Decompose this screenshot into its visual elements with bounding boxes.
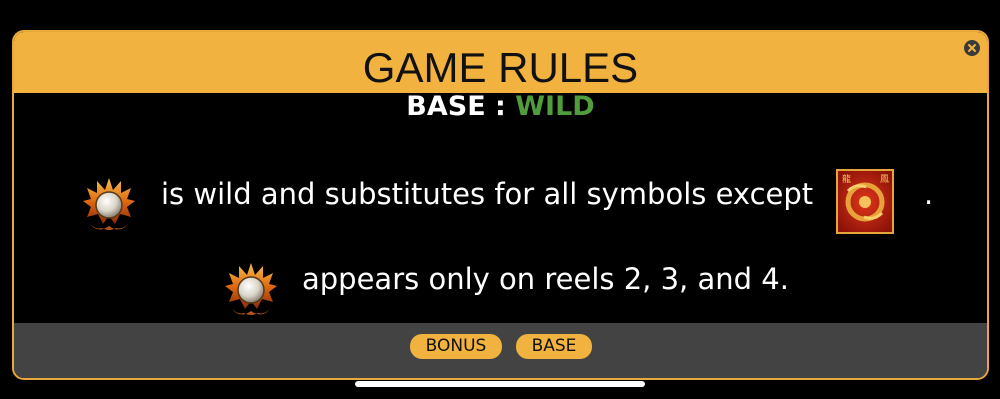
game-rules-screen: GAME RULES BASE : WILD is wild and subst… — [0, 0, 1000, 399]
tab-bonus[interactable]: BONUS — [410, 334, 502, 359]
section-base-label: BASE : — [406, 91, 506, 122]
pearl-flame-wild-icon — [225, 263, 277, 315]
dialog-title: GAME RULES — [362, 44, 639, 91]
section-wild-label: WILD — [515, 91, 595, 122]
home-indicator — [355, 381, 645, 387]
section-heading: BASE : WILD — [14, 90, 987, 124]
svg-text:龍: 龍 — [842, 173, 851, 185]
dialog-footer: BONUS BASE — [14, 323, 987, 378]
rule-line-1-period: . — [924, 177, 934, 211]
dragon-bonus-symbol-icon: 龍 鳳 — [836, 169, 894, 234]
rule-line-1-text: is wild and substitutes for all symbols … — [161, 177, 814, 211]
tab-base[interactable]: BASE — [516, 334, 592, 359]
rule-line-2-text: appears only on reels 2, 3, and 4. — [302, 262, 789, 296]
dialog-header: GAME RULES — [14, 32, 987, 93]
game-rules-dialog: GAME RULES BASE : WILD is wild and subst… — [12, 30, 989, 380]
svg-text:鳳: 鳳 — [880, 174, 889, 185]
close-button[interactable] — [964, 40, 980, 56]
pearl-flame-wild-icon — [83, 178, 135, 230]
close-icon — [968, 44, 976, 52]
